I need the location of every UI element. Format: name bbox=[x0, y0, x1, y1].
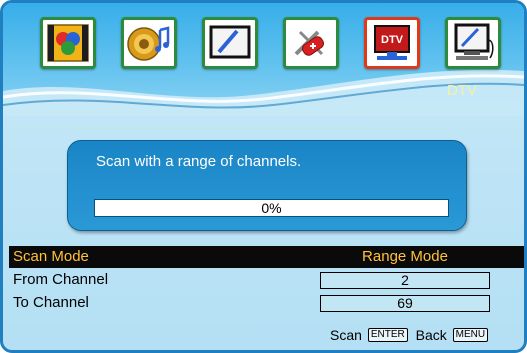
scan-mode-row[interactable]: Scan Mode Range Mode bbox=[9, 246, 524, 268]
scan-mode-label: Scan Mode bbox=[13, 248, 89, 265]
from-channel-label: From Channel bbox=[13, 271, 109, 288]
pc-monitor-icon bbox=[454, 23, 494, 60]
decorative-wave bbox=[3, 69, 524, 115]
menu-tab-bar: DTV DTV bbox=[3, 3, 524, 115]
menu-key-icon[interactable]: MENU bbox=[452, 328, 489, 343]
tab-pc[interactable] bbox=[445, 17, 501, 69]
from-channel-field[interactable]: 2 bbox=[320, 272, 490, 289]
to-channel-row[interactable]: To Channel 69 bbox=[9, 292, 524, 314]
to-channel-field[interactable]: 69 bbox=[320, 295, 490, 312]
picture-icon bbox=[47, 24, 89, 62]
osd-menu-frame: DTV DTV Scan with a range of channels. 0… bbox=[0, 0, 527, 353]
tab-dtv[interactable]: DTV bbox=[364, 17, 420, 69]
svg-text:DTV: DTV bbox=[381, 34, 404, 46]
scan-mode-value[interactable]: Range Mode bbox=[320, 248, 490, 265]
dtv-icon: DTV bbox=[374, 25, 410, 60]
from-channel-row[interactable]: From Channel 2 bbox=[9, 269, 524, 291]
back-hint-label: Back bbox=[415, 327, 447, 344]
tools-icon bbox=[294, 30, 324, 56]
section-title: DTV bbox=[447, 82, 477, 99]
tab-sound[interactable] bbox=[121, 17, 177, 69]
footer-key-hints: Scan ENTER Back MENU bbox=[330, 326, 492, 344]
tab-picture[interactable] bbox=[40, 17, 96, 69]
tab-tools[interactable] bbox=[283, 17, 339, 69]
scan-dialog: Scan with a range of channels. 0% bbox=[67, 140, 467, 231]
tab-screen[interactable] bbox=[202, 17, 258, 69]
to-channel-label: To Channel bbox=[13, 294, 89, 311]
scan-message: Scan with a range of channels. bbox=[96, 153, 302, 170]
screen-icon bbox=[209, 25, 251, 59]
scan-hint-label: Scan bbox=[330, 327, 362, 344]
scan-progress-bar: 0% bbox=[94, 199, 449, 217]
enter-key-icon[interactable]: ENTER bbox=[367, 328, 408, 343]
scan-progress-text: 0% bbox=[261, 200, 282, 216]
sound-icon bbox=[127, 26, 170, 61]
